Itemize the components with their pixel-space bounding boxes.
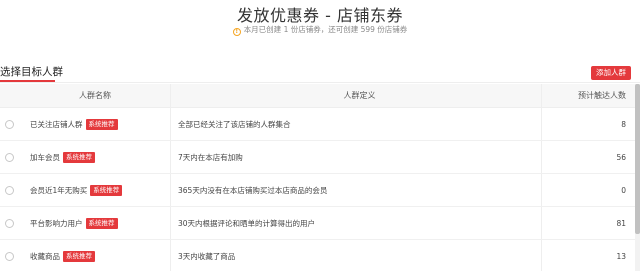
reach-count: 0 <box>621 186 626 195</box>
column-divider <box>170 174 171 206</box>
group-definition: 365天内没有在本店铺购买过本店商品的会员 <box>178 186 328 195</box>
row-radio[interactable] <box>5 120 14 129</box>
page-title: 发放优惠券 - 店铺东券 <box>237 6 403 25</box>
creation-notice: ! 本月已创建 1 份店铺券，还可创建 599 份店铺券 <box>0 24 640 36</box>
column-divider <box>170 84 171 107</box>
column-header-definition: 人群定义 <box>343 91 376 100</box>
row-radio[interactable] <box>5 153 14 162</box>
table-header: 人群名称 人群定义 预计触达人数 <box>0 84 635 108</box>
target-group-table: 人群名称 人群定义 预计触达人数 已关注店铺人群 系统推荐 全部已经关注了该店铺的… <box>0 84 635 271</box>
column-header-count: 预计触达人数 <box>578 91 626 100</box>
column-header-name: 人群名称 <box>79 91 111 100</box>
group-name: 已关注店铺人群 <box>30 120 83 129</box>
table-row[interactable]: 会员近1年无购买 系统推荐 365天内没有在本店铺购买过本店商品的会员 0 <box>0 174 635 207</box>
column-divider <box>170 240 171 271</box>
reach-count: 56 <box>616 153 626 162</box>
column-divider <box>541 174 542 206</box>
group-definition: 7天内在本店有加购 <box>178 153 243 162</box>
column-divider <box>170 207 171 239</box>
column-divider <box>170 108 171 140</box>
info-icon: ! <box>232 28 241 36</box>
reach-count: 13 <box>616 252 626 261</box>
row-radio[interactable] <box>5 186 14 195</box>
reach-count: 81 <box>616 219 626 228</box>
table-row[interactable]: 收藏商品 系统推荐 3天内收藏了商品 13 <box>0 240 635 271</box>
column-divider <box>541 108 542 140</box>
column-divider <box>541 240 542 271</box>
vertical-scrollbar[interactable] <box>635 84 640 271</box>
column-divider <box>541 207 542 239</box>
row-radio[interactable] <box>5 219 14 228</box>
recommend-badge: 系统推荐 <box>85 119 118 130</box>
recommend-badge: 系统推荐 <box>63 152 95 163</box>
column-divider <box>541 141 542 173</box>
table-row[interactable]: 加车会员 系统推荐 7天内在本店有加购 56 <box>0 141 635 174</box>
column-divider <box>170 141 171 173</box>
group-name: 平台影响力用户 <box>30 219 83 228</box>
scrollbar-thumb[interactable] <box>635 84 640 234</box>
notice-text: 本月已创建 1 份店铺券，还可创建 599 份店铺券 <box>243 25 408 34</box>
add-group-button[interactable]: 添加人群 <box>591 66 631 80</box>
table-row[interactable]: 已关注店铺人群 系统推荐 全部已经关注了该店铺的人群集合 8 <box>0 108 635 141</box>
column-divider <box>541 84 542 107</box>
group-name: 收藏商品 <box>30 252 60 261</box>
group-name: 加车会员 <box>30 153 60 162</box>
group-definition: 3天内收藏了商品 <box>178 252 236 261</box>
reach-count: 8 <box>621 120 626 129</box>
section-divider <box>0 82 640 83</box>
recommend-badge: 系统推荐 <box>90 185 123 196</box>
group-definition: 全部已经关注了该店铺的人群集合 <box>178 120 291 129</box>
group-definition: 30天内根据评论和晒单的计算得出的用户 <box>178 219 316 228</box>
recommend-badge: 系统推荐 <box>85 218 118 229</box>
table-row[interactable]: 平台影响力用户 系统推荐 30天内根据评论和晒单的计算得出的用户 81 <box>0 207 635 240</box>
group-name: 会员近1年无购买 <box>30 186 88 195</box>
row-radio[interactable] <box>5 252 14 261</box>
recommend-badge: 系统推荐 <box>63 251 95 262</box>
